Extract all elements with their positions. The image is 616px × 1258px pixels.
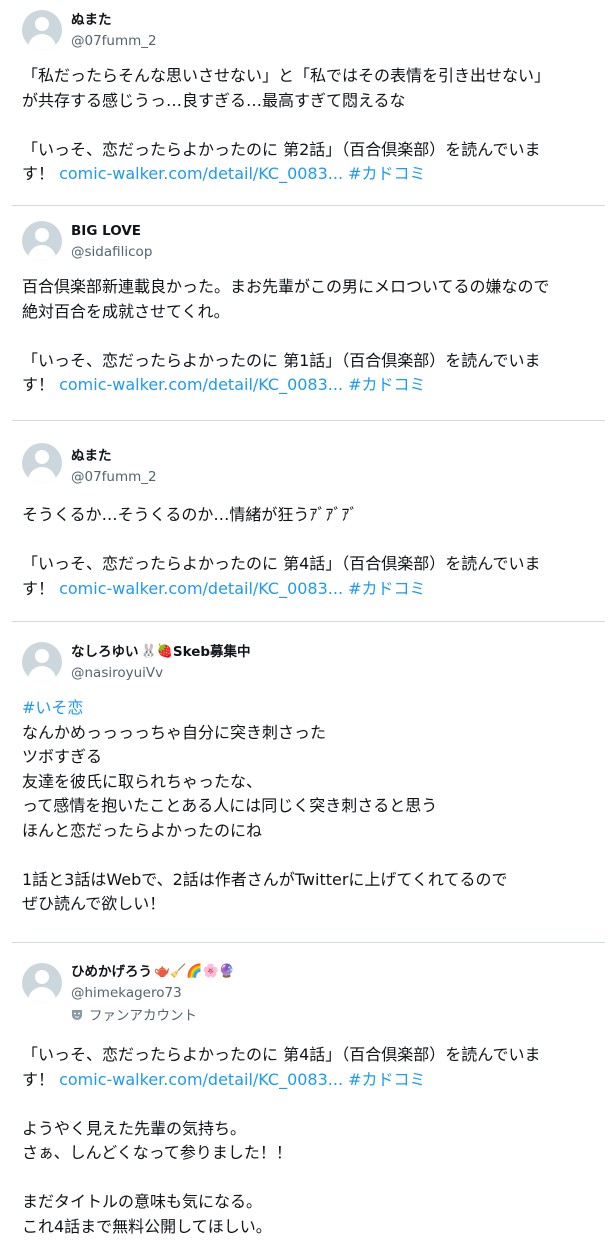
text-line: 「いっそ、恋だったらよかったのに 第4話」（百合倶楽部）を読んでいま <box>22 1045 541 1064</box>
author-handle[interactable]: @nasiroyuiVv <box>71 664 163 682</box>
author-name-text: なしろゆい <box>71 644 139 660</box>
tweet-text: 「私だったらそんな思いさせない」と「私ではその表情を引き出せない」 が共存する感… <box>22 64 597 187</box>
text-line: す！ comic-walker.com/detail/KC_0083... #カ… <box>22 373 597 398</box>
hashtag-link[interactable]: #いそ恋 <box>22 698 83 717</box>
tweet-card[interactable]: ひめかげろう 🫖🧹🌈🌸🔮 @himekagero73 ファンアカウント 「いっそ、… <box>12 943 605 1258</box>
avatar-body-shape <box>28 467 56 483</box>
avatar-head-shape <box>35 450 49 464</box>
author-name[interactable]: ひめかげろう 🫖🧹🌈🌸🔮 <box>71 963 235 981</box>
author-name-suffix: Skeb募集中 <box>172 644 251 660</box>
avatar-head-shape <box>35 17 49 31</box>
fan-account-badge: ファンアカウント <box>71 1007 197 1025</box>
text-prefix: す！ <box>22 578 60 598</box>
avatar[interactable] <box>22 963 62 1003</box>
hashtag-link[interactable]: #カドコミ <box>348 164 425 183</box>
avatar[interactable] <box>22 10 62 50</box>
theater-mask-icon <box>72 1010 82 1020</box>
tweet-card[interactable]: なしろゆい 🐰🍓Skeb募集中 @nasiroyuiVv #いそ恋 なんかめっっっ… <box>12 622 605 942</box>
text-line: #いそ恋 <box>22 696 597 721</box>
avatar[interactable] <box>22 443 62 483</box>
text-line: が共存する感じうっ…良すぎる…最高すぎて悶えるな <box>22 90 406 110</box>
avatar-body-shape <box>28 987 56 1003</box>
tweet-card[interactable]: ぬまた @07fumm_2 「私だったらそんな思いさせない」と「私ではその表情を… <box>12 0 605 205</box>
avatar-head-shape <box>35 228 49 242</box>
author-handle[interactable]: @himekagero73 <box>71 984 182 1002</box>
avatar-body-shape <box>28 34 56 50</box>
author-name[interactable]: BIG LOVE <box>71 222 141 240</box>
tweet-text: #いそ恋 なんかめっっっっちゃ自分に突き刺さった ツボすぎる 友達を彼氏に取られ… <box>22 696 597 917</box>
tweet-text: 「いっそ、恋だったらよかったのに 第4話」（百合倶楽部）を読んでいま す！ co… <box>22 1043 597 1239</box>
text-prefix: す！ <box>22 375 60 394</box>
text-line: なんかめっっっっちゃ自分に突き刺さった <box>22 722 327 742</box>
avatar-body-shape <box>28 666 56 682</box>
text-line: ようやく見えた先輩の気持ち。 <box>22 1118 247 1138</box>
badge-label: ファンアカウント <box>89 1008 197 1024</box>
text-line: そうくるか…そうくるのか…情緒が狂うｱﾞｱﾞｱﾞ <box>22 505 358 524</box>
text-line: 「私だったらそんな思いさせない」と「私ではその表情を引き出せない」 <box>22 66 551 85</box>
text-line: ぜひ読んで欲しい！ <box>22 894 166 913</box>
tweet-text: 百合倶楽部新連載良かった。まお先輩がこの男にメロついてるの嫌なので 絶対百合を成… <box>22 275 597 398</box>
text-line: まだタイトルの意味も気になる。 <box>22 1192 263 1211</box>
text-line: す！ comic-walker.com/detail/KC_0083... #カ… <box>22 577 597 602</box>
text-line: これ4話まで無料公開してほしい。 <box>22 1216 272 1236</box>
author-handle[interactable]: @sidafilicop <box>71 243 152 261</box>
text-line: 「いっそ、恋だったらよかったのに 第4話」（百合倶楽部）を読んでいま <box>22 554 541 573</box>
avatar[interactable] <box>22 221 62 261</box>
text-line: さぁ、しんどくなって参りました！！ <box>22 1143 292 1162</box>
hashtag-link[interactable]: #カドコミ <box>348 579 425 598</box>
text-line: 友達を彼氏に取られちゃったな、 <box>22 771 263 791</box>
author-name[interactable]: ぬまた <box>71 11 112 29</box>
tweet-card[interactable]: BIG LOVE @sidafilicop 百合倶楽部新連載良かった。まお先輩が… <box>12 206 605 420</box>
text-line: す！ comic-walker.com/detail/KC_0083... #カ… <box>22 1068 597 1093</box>
name-emoji-icons: 🐰🍓 <box>140 644 173 659</box>
text-line: 「いっそ、恋だったらよかったのに 第1話」（百合倶楽部）を読んでいま <box>22 350 541 370</box>
text-line: 「いっそ、恋だったらよかったのに 第2話」（百合倶楽部）を読んでいま <box>22 139 541 159</box>
author-name-text: ひめかげろう <box>71 964 152 980</box>
text-line: ツボすぎる <box>22 747 103 766</box>
tweet-link[interactable]: comic-walker.com/detail/KC_0083... <box>59 579 343 598</box>
hashtag-link[interactable]: #カドコミ <box>348 375 425 394</box>
text-line: す！ comic-walker.com/detail/KC_0083... #カ… <box>22 162 597 187</box>
avatar-head-shape <box>35 970 49 984</box>
text-line: 1話と3話はWebで、2話は作者さんがTwitterに上げてくれてるので <box>22 869 508 889</box>
tweet-link[interactable]: comic-walker.com/detail/KC_0083... <box>59 1070 343 1089</box>
author-name[interactable]: なしろゆい 🐰🍓Skeb募集中 <box>71 643 251 661</box>
name-emoji-icons: 🫖🧹🌈🌸🔮 <box>154 964 235 979</box>
text-line: 絶対百合を成就させてくれ。 <box>22 301 230 321</box>
avatar[interactable] <box>22 642 62 682</box>
tweet-link[interactable]: comic-walker.com/detail/KC_0083... <box>59 375 343 394</box>
avatar-head-shape <box>35 649 49 663</box>
tweet-card[interactable]: ぬまた @07fumm_2 そうくるか…そうくるのか…情緒が狂うｱﾞｱﾞｱﾞ 「… <box>12 421 605 621</box>
text-line: って感情を抱いたことある人には同じく突き刺さると思う <box>22 796 438 815</box>
text-line: ほんと恋だったらよかったのにね <box>22 820 263 840</box>
hashtag-link[interactable]: #カドコミ <box>348 1070 425 1089</box>
text-line: 百合倶楽部新連載良かった。まお先輩がこの男にメロついてるの嫌なので <box>22 277 550 296</box>
avatar-body-shape <box>28 245 56 261</box>
text-prefix: す！ <box>22 164 60 183</box>
author-handle[interactable]: @07fumm_2 <box>71 32 157 50</box>
tweet-link[interactable]: comic-walker.com/detail/KC_0083... <box>59 164 343 183</box>
tweet-text: そうくるか…そうくるのか…情緒が狂うｱﾞｱﾞｱﾞ 「いっそ、恋だったらよかったの… <box>22 503 597 601</box>
text-prefix: す！ <box>22 1069 60 1089</box>
author-name[interactable]: ぬまた <box>71 447 112 465</box>
author-handle[interactable]: @07fumm_2 <box>71 468 157 486</box>
